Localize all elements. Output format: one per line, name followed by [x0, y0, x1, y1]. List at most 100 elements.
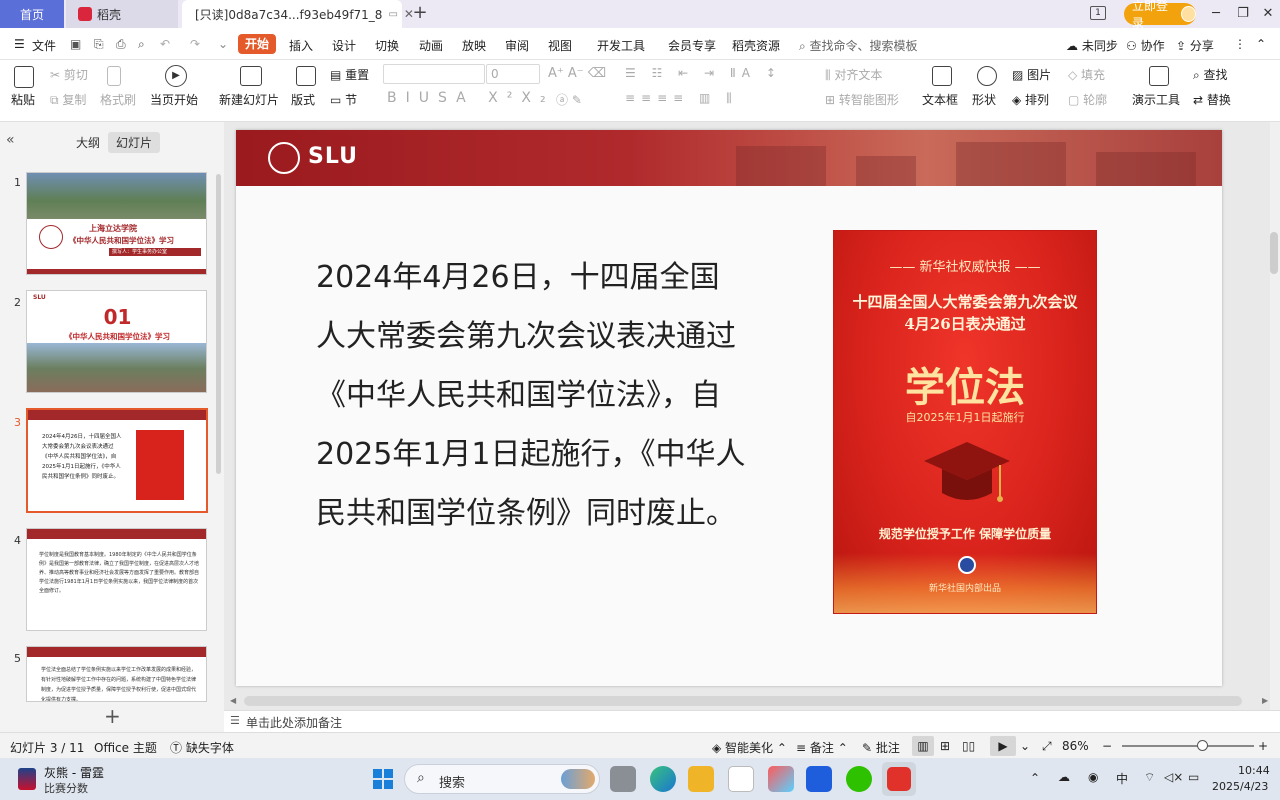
- minimize-icon[interactable]: ─: [1206, 4, 1226, 24]
- slide-body-text[interactable]: 2024年4月26日，十四届全国人大常委会第九次会议表决通过《中华人民共和国学位…: [316, 248, 746, 543]
- tray-app-icon[interactable]: ◉: [1088, 770, 1098, 784]
- edge-icon[interactable]: [650, 766, 676, 792]
- zoom-in-icon[interactable]: +: [1258, 739, 1268, 753]
- ime-indicator[interactable]: 中: [1116, 770, 1128, 787]
- new-tab-button[interactable]: +: [410, 4, 430, 24]
- app-icon[interactable]: [768, 766, 794, 792]
- new-slide-button[interactable]: 新建幻灯片: [219, 91, 279, 108]
- collapse-ribbon-icon[interactable]: ⌃: [1256, 37, 1266, 51]
- beautify-button[interactable]: ◈ 智能美化 ⌃: [712, 739, 787, 756]
- mail-icon[interactable]: [806, 766, 832, 792]
- phonetic-icon[interactable]: ⓐ ✎: [556, 91, 582, 108]
- widget-title[interactable]: 灰熊 - 雷霆: [44, 764, 104, 781]
- slide-thumbnail-1[interactable]: 上海立达学院 《中华人民共和国学位法》学习 撰写人：学生事务办公室: [26, 172, 207, 275]
- grow-font-icon[interactable]: A⁺ A⁻ ⌫: [548, 66, 606, 81]
- format-painter-button[interactable]: 格式刷: [100, 91, 136, 108]
- zoom-level[interactable]: 86%: [1062, 739, 1089, 753]
- vertical-scrollbar[interactable]: [1270, 232, 1278, 274]
- tab-design[interactable]: 设计: [332, 37, 356, 54]
- more-options-icon[interactable]: ⋮: [1234, 37, 1246, 51]
- tab-slideshow[interactable]: 放映: [462, 37, 486, 54]
- print-icon[interactable]: ⎙: [116, 37, 126, 52]
- copy-button[interactable]: ⧉ 复制: [50, 91, 86, 108]
- theme-name[interactable]: Office 主题: [94, 739, 157, 756]
- close-window-icon[interactable]: ✕: [1258, 4, 1278, 24]
- tab-animation[interactable]: 动画: [419, 37, 443, 54]
- task-view-icon[interactable]: [610, 766, 636, 792]
- picture-button[interactable]: ▨ 图片: [1012, 66, 1051, 83]
- add-slide-icon[interactable]: +: [104, 704, 121, 728]
- file-explorer-icon[interactable]: [688, 766, 714, 792]
- paste-button[interactable]: 粘贴: [11, 91, 35, 108]
- clock-time[interactable]: 10:44: [1238, 764, 1270, 777]
- notes-pane[interactable]: ☰ 单击此处添加备注: [224, 710, 1280, 732]
- tab-start[interactable]: 开始: [238, 34, 276, 54]
- collab-button[interactable]: ⚇ 协作: [1126, 37, 1165, 54]
- taskbar-search[interactable]: ⌕ 搜索: [404, 764, 600, 794]
- find-button[interactable]: ⌕ 查找: [1193, 66, 1228, 83]
- outline-tab[interactable]: 大纲: [68, 132, 108, 153]
- more-icon[interactable]: ⌄: [218, 37, 228, 51]
- export-icon[interactable]: ⎘: [94, 37, 104, 52]
- replace-button[interactable]: ⇄ 替换: [1193, 91, 1231, 108]
- align-icons[interactable]: ≡≡≡≡ ▥ ⫼: [625, 91, 738, 106]
- wechat-icon[interactable]: [846, 766, 872, 792]
- nba-icon[interactable]: [18, 768, 36, 790]
- window-count-icon[interactable]: 1: [1090, 6, 1106, 20]
- notes-toggle-button[interactable]: ≡ 备注 ⌃: [796, 739, 848, 756]
- login-button[interactable]: 立即登录: [1124, 0, 1196, 30]
- arrange-button[interactable]: ◈ 排列: [1012, 91, 1049, 108]
- slide-thumbnail-2[interactable]: SLU 01 《中华人民共和国学位法》学习: [26, 290, 207, 393]
- tab-member[interactable]: 会员专享: [668, 37, 716, 54]
- normal-view-icon[interactable]: ▥: [912, 736, 934, 756]
- tab-transition[interactable]: 切换: [375, 37, 399, 54]
- restore-icon[interactable]: ❐: [1233, 4, 1253, 24]
- font-style-icons[interactable]: BIUSA X²X₂: [387, 90, 555, 106]
- paste-icon[interactable]: [14, 66, 34, 88]
- clock-date[interactable]: 2025/4/23: [1212, 780, 1268, 793]
- current-slide[interactable]: SLU 2024年4月26日，十四届全国人大常委会第九次会议表决通过《中华人民共…: [236, 130, 1222, 686]
- slide-thumbnail-5[interactable]: 学位法全面总结了学位条例实施以来学位工作改革发展的成果和经验，有针对性地破解学位…: [26, 646, 207, 702]
- start-icon[interactable]: [372, 768, 394, 790]
- onedrive-icon[interactable]: ☁: [1058, 770, 1070, 784]
- play-options-icon[interactable]: ⌄: [1020, 739, 1030, 753]
- section-button[interactable]: ▭ 节: [330, 91, 357, 108]
- list-icons[interactable]: ☰ ☷ ⇤ ⇥ ⅡA ↕: [625, 66, 782, 80]
- missing-font-button[interactable]: Ⓣ 缺失字体: [170, 739, 234, 756]
- slide-thumbnail-4[interactable]: 学位制度是我国教育基本制度。1980年制定的《中华人民共和国学位条例》是我国第一…: [26, 528, 207, 631]
- collapse-panel-icon[interactable]: «: [6, 132, 15, 148]
- panel-scrollbar[interactable]: [216, 174, 221, 474]
- scroll-left-icon[interactable]: ◀: [230, 696, 236, 705]
- slides-tab[interactable]: 幻灯片: [108, 132, 161, 153]
- zoom-slider[interactable]: [1122, 745, 1254, 747]
- battery-icon[interactable]: ▭: [1188, 770, 1199, 784]
- preview-icon[interactable]: ⌕: [138, 37, 145, 52]
- reset-button[interactable]: ▤ 重置: [330, 66, 369, 83]
- sorter-view-icon[interactable]: ⊞: [940, 739, 950, 753]
- horizontal-scrollbar[interactable]: [244, 696, 1242, 706]
- tab-view[interactable]: 视图: [548, 37, 572, 54]
- tab-developer[interactable]: 开发工具: [597, 37, 645, 54]
- play-from-current-button[interactable]: 当页开始: [150, 91, 198, 108]
- textbox-button[interactable]: 文本框: [922, 91, 958, 108]
- hamburger-icon[interactable]: ☰: [14, 37, 25, 51]
- tab-review[interactable]: 审阅: [505, 37, 529, 54]
- slide-thumbnail-3[interactable]: 2024年4月26日，十四届全国人大常委会第九次会议表决通过《中华人民共和国学位…: [26, 408, 208, 513]
- monitor-icon[interactable]: ▭: [388, 9, 397, 20]
- play-slideshow-icon[interactable]: ▶: [990, 736, 1016, 756]
- share-button[interactable]: ⇪ 分享: [1176, 37, 1214, 54]
- tab-document[interactable]: [只读]0d8a7c34...f93eb49f71_8 ▭ ✕: [182, 0, 414, 28]
- presenter-tools-button[interactable]: 演示工具: [1132, 91, 1180, 108]
- menu-file[interactable]: 文件: [32, 37, 56, 54]
- fit-window-icon[interactable]: ⤢: [1042, 739, 1052, 754]
- store-icon[interactable]: [728, 766, 754, 792]
- shape-button[interactable]: 形状: [972, 91, 996, 108]
- wifi-icon[interactable]: ⌔: [1144, 770, 1155, 785]
- scroll-right-icon[interactable]: ▶: [1262, 696, 1268, 705]
- tab-home[interactable]: 首页: [0, 0, 64, 28]
- zoom-out-icon[interactable]: −: [1102, 739, 1112, 753]
- layout-button[interactable]: 版式: [291, 91, 315, 108]
- volume-icon[interactable]: ◁×: [1164, 770, 1183, 784]
- command-search[interactable]: ⌕ 查找命令、搜索模板: [799, 37, 918, 54]
- news-poster-image[interactable]: —— 新华社权威快报 —— 十四届全国人大常委会第九次会议 4月26日表决通过 …: [833, 230, 1097, 614]
